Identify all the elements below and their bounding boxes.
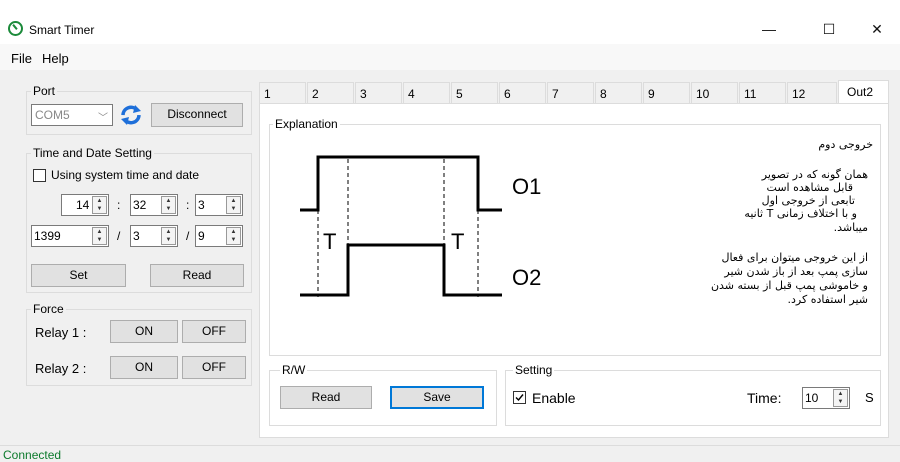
- relay2-label: Relay 2 :: [35, 361, 87, 376]
- date-separator: /: [117, 229, 121, 243]
- tab-12[interactable]: 12: [787, 82, 837, 103]
- tab-8[interactable]: 8: [595, 82, 642, 103]
- timing-diagram: T T O1 O2: [300, 155, 541, 297]
- use-system-time-checkbox[interactable]: [33, 169, 46, 182]
- port-group-label: Port: [31, 84, 58, 98]
- tab-10[interactable]: 10: [691, 82, 738, 103]
- minute-value: 32: [133, 198, 147, 212]
- explanation-line: شیر استفاده کرد.: [787, 293, 868, 306]
- o2-label: O2: [512, 265, 541, 290]
- maximize-button[interactable]: ☐: [806, 14, 852, 44]
- status-bar: [0, 445, 900, 462]
- read-settings-button[interactable]: Read: [280, 386, 372, 409]
- spin-arrows-icon[interactable]: ▲ ▼: [161, 227, 176, 245]
- set-time-button[interactable]: Set: [31, 264, 126, 287]
- explanation-line: و با اختلاف زمانی T ثانیه: [744, 207, 857, 220]
- explanation-line: سازی پمپ بعد از باز شدن شیر: [724, 265, 868, 278]
- tab-7[interactable]: 7: [547, 82, 594, 103]
- time-separator: :: [117, 198, 121, 212]
- relay2-on-button[interactable]: ON: [110, 356, 178, 379]
- explanation-line: تابعی از خروجی اول: [761, 194, 855, 207]
- close-button[interactable]: ✕: [854, 14, 900, 44]
- enable-checkbox[interactable]: [513, 391, 526, 404]
- timer-app-icon: [8, 21, 23, 36]
- spin-arrows-icon[interactable]: ▲ ▼: [161, 196, 176, 214]
- tab-6[interactable]: 6: [499, 82, 546, 103]
- time-label: Time:: [747, 390, 782, 406]
- checkmark-icon: [515, 394, 524, 402]
- port-combo[interactable]: COM5 ﹀: [31, 104, 113, 126]
- month-spinner[interactable]: 3 ▲ ▼: [130, 225, 178, 247]
- window-title: Smart Timer: [29, 23, 95, 37]
- day-value: 9: [198, 229, 205, 243]
- time-value: 10: [805, 391, 819, 405]
- relay1-on-button[interactable]: ON: [110, 320, 178, 343]
- tab-1[interactable]: 1: [259, 82, 306, 103]
- use-system-time-label: Using system time and date: [51, 168, 200, 182]
- minimize-button[interactable]: —: [746, 14, 792, 44]
- tab-5[interactable]: 5: [451, 82, 498, 103]
- tab-2[interactable]: 2: [307, 82, 354, 103]
- seconds-unit-label: S: [865, 390, 874, 405]
- relay1-off-button[interactable]: OFF: [182, 320, 246, 343]
- spin-arrows-icon[interactable]: ▲ ▼: [92, 227, 107, 245]
- relay2-off-button[interactable]: OFF: [182, 356, 246, 379]
- setting-group-label: Setting: [513, 363, 555, 377]
- spin-arrows-icon[interactable]: ▲ ▼: [833, 389, 848, 407]
- enable-label: Enable: [532, 390, 576, 406]
- tab-9[interactable]: 9: [643, 82, 690, 103]
- year-spinner[interactable]: 1399 ▲ ▼: [31, 225, 109, 247]
- minute-spinner[interactable]: 32 ▲ ▼: [130, 194, 178, 216]
- spin-arrows-icon[interactable]: ▲ ▼: [226, 196, 241, 214]
- o1-label: O1: [512, 174, 541, 199]
- time-spinner[interactable]: 10 ▲ ▼: [802, 387, 850, 409]
- hour-value: 14: [76, 198, 90, 212]
- o1-waveform: [300, 155, 502, 212]
- chevron-down-icon: ﹀: [98, 113, 108, 124]
- spin-arrows-icon[interactable]: ▲ ▼: [226, 227, 241, 245]
- tab-11[interactable]: 11: [739, 82, 786, 103]
- save-settings-button[interactable]: Save: [390, 386, 484, 409]
- explanation-line: و خاموشی پمپ قبل از بسته شدن: [710, 279, 868, 292]
- read-time-button[interactable]: Read: [150, 264, 244, 287]
- explanation-line: خروجی دوم: [818, 138, 873, 151]
- explanation-line: میباشد.: [833, 221, 868, 234]
- output-tabs: 1 2 3 4 5 6 7 8 9 10 11 12 Out2: [259, 80, 889, 103]
- force-group-label: Force: [31, 302, 66, 316]
- hour-spinner[interactable]: 14 ▲ ▼: [61, 194, 109, 216]
- explanation-line: قابل مشاهده است: [766, 181, 853, 194]
- time-date-group-label: Time and Date Setting: [31, 146, 154, 160]
- tab-out2[interactable]: Out2: [838, 80, 889, 103]
- date-separator: /: [186, 229, 190, 243]
- day-spinner[interactable]: 9 ▲ ▼: [195, 225, 243, 247]
- second-value: 3: [198, 198, 205, 212]
- connection-status: Connected: [3, 448, 62, 462]
- year-value: 1399: [34, 229, 61, 243]
- explanation-group-label: Explanation: [273, 117, 340, 131]
- time-separator: :: [186, 198, 190, 212]
- tab-3[interactable]: 3: [355, 82, 402, 103]
- rw-group-label: R/W: [280, 363, 308, 377]
- t-label: T: [323, 229, 336, 254]
- menu-help[interactable]: Help: [42, 51, 69, 66]
- relay1-label: Relay 1 :: [35, 325, 87, 340]
- t-label: T: [451, 229, 464, 254]
- menu-file[interactable]: File: [11, 51, 32, 66]
- explanation-text: خروجی دوم همان گونه که در تصویر قابل مشا…: [620, 130, 875, 345]
- explanation-line: همان گونه که در تصویر: [761, 168, 868, 181]
- refresh-icon[interactable]: [118, 104, 144, 126]
- port-combo-value: COM5: [35, 108, 70, 122]
- spin-arrows-icon[interactable]: ▲ ▼: [92, 196, 107, 214]
- menu-bar: [0, 44, 900, 70]
- month-value: 3: [133, 229, 140, 243]
- second-spinner[interactable]: 3 ▲ ▼: [195, 194, 243, 216]
- tab-4[interactable]: 4: [403, 82, 450, 103]
- explanation-line: از این خروجی میتوان برای فعال: [721, 251, 868, 264]
- disconnect-button[interactable]: Disconnect: [151, 103, 243, 127]
